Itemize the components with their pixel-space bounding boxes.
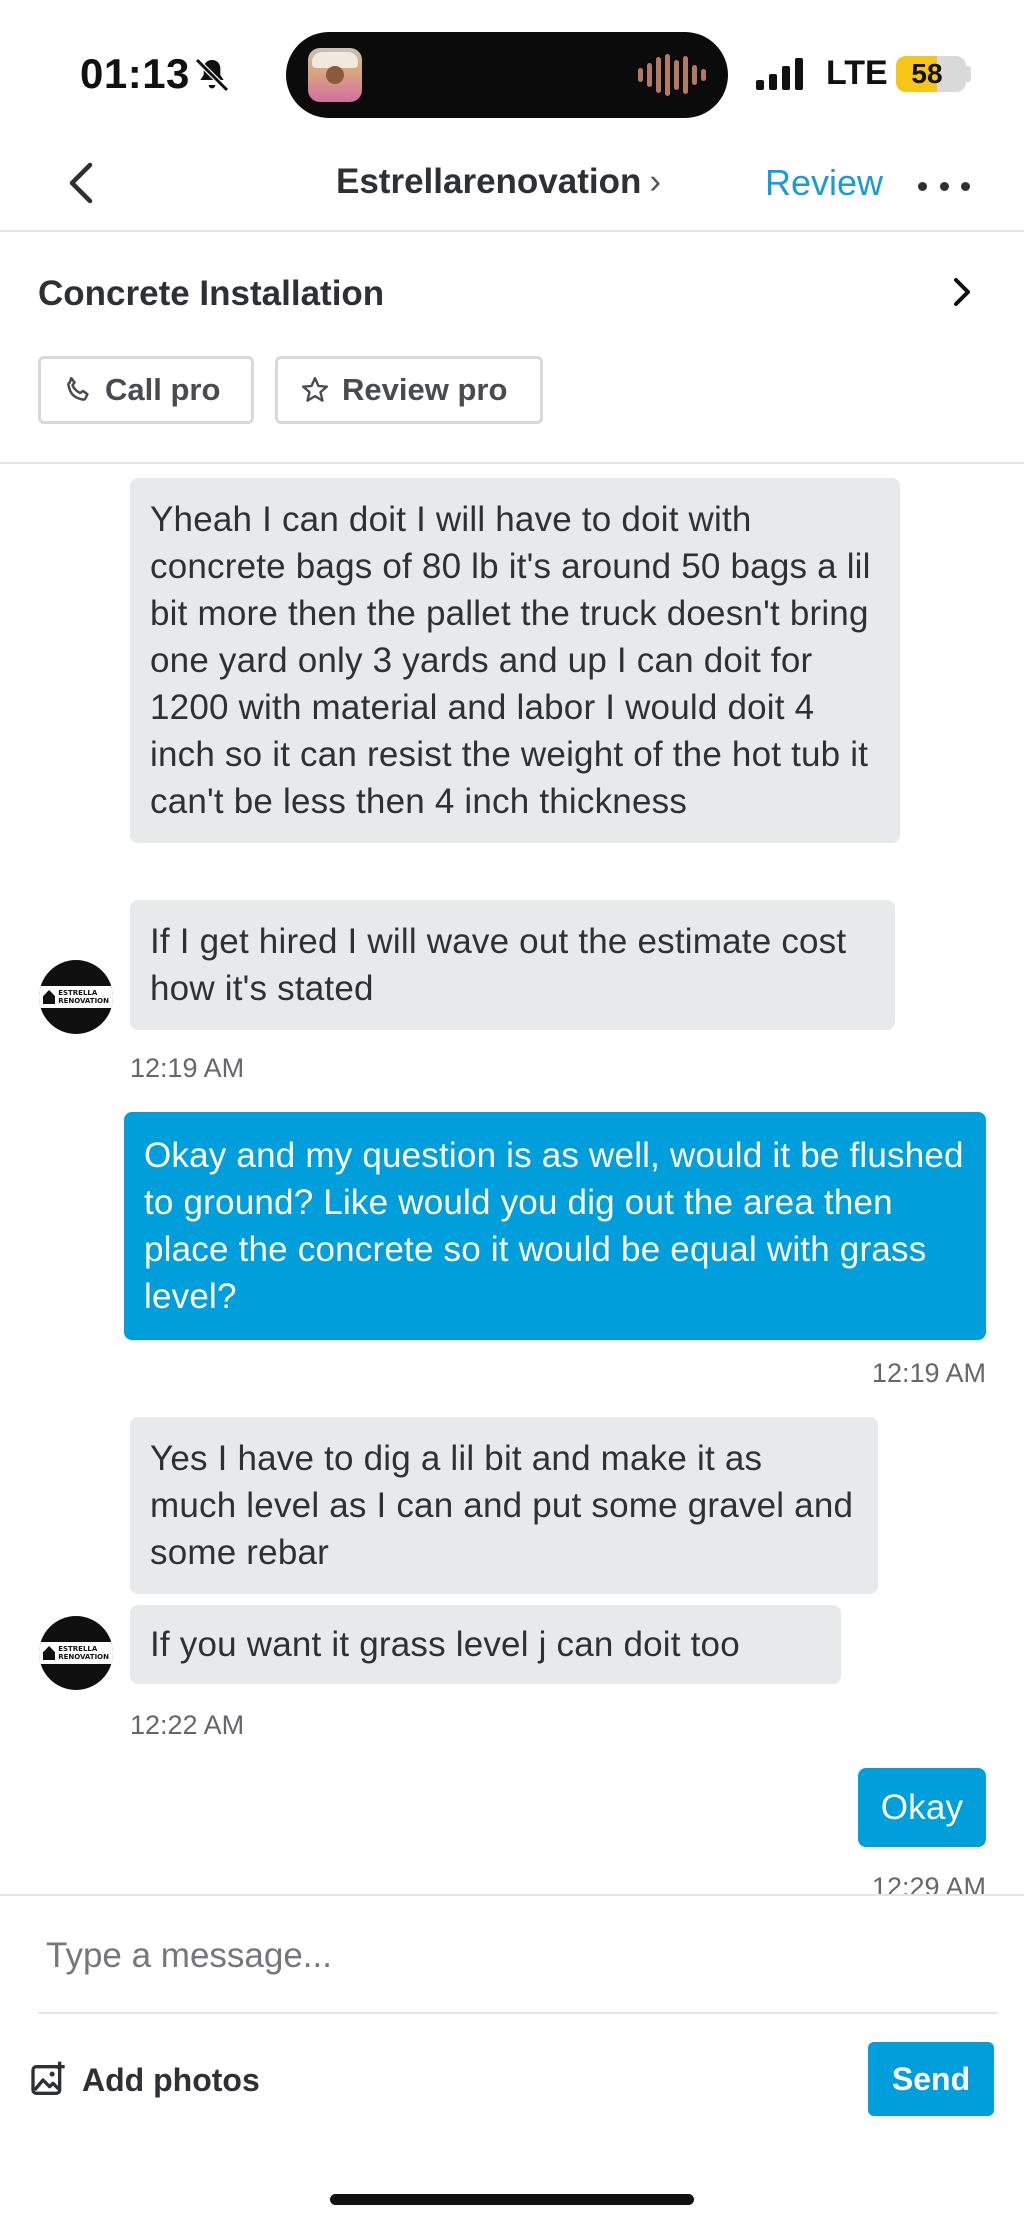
chevron-left-icon: [69, 162, 93, 204]
pro-logo: ESTRELLA RENOVATION: [39, 1642, 113, 1664]
now-playing-avatar: [308, 48, 362, 102]
title-chevron: ›: [649, 162, 662, 201]
phone-icon: [67, 376, 89, 401]
message-timestamp: 12:19 AM: [130, 1053, 245, 1083]
pro-avatar[interactable]: ESTRELLA RENOVATION: [39, 1616, 113, 1690]
more-dots-icon: [918, 181, 927, 191]
conversation-header: Estrellarenovation › Review: [0, 140, 1024, 232]
message-bubble[interactable]: If you want it grass level j can doit to…: [130, 1605, 841, 1684]
message-input[interactable]: [38, 1910, 998, 2002]
status-bar: 01:13 LTE 58: [0, 0, 1024, 140]
call-pro-label: Call pro: [105, 372, 221, 407]
message-timestamp: 12:19 AM: [871, 1358, 986, 1388]
pro-name-link[interactable]: Estrellarenovation ›: [336, 162, 661, 202]
logo-line-1: ESTRELLA: [58, 989, 98, 997]
composer-divider: [38, 2012, 998, 2014]
message-bubble[interactable]: Yes I have to dig a lil bit and make it …: [130, 1417, 878, 1594]
battery-icon: 58: [896, 56, 966, 92]
review-link[interactable]: Review: [765, 162, 883, 204]
image-add-icon: [31, 2061, 65, 2095]
call-pro-button[interactable]: Call pro: [38, 356, 254, 424]
project-title[interactable]: Concrete Installation: [38, 274, 384, 314]
pro-logo: ESTRELLA RENOVATION: [39, 986, 113, 1008]
network-type: LTE: [826, 54, 888, 92]
home-indicator[interactable]: [330, 2194, 694, 2205]
signal-bars-icon: [756, 58, 803, 90]
message-bubble[interactable]: Yheah I can doit I will have to doit wit…: [130, 478, 900, 843]
back-button[interactable]: [56, 158, 106, 208]
send-button[interactable]: Send: [868, 2042, 994, 2116]
house-icon: [43, 1646, 56, 1660]
battery-nub: [966, 66, 971, 82]
add-photos-button[interactable]: Add photos: [28, 2060, 260, 2100]
project-panel: Concrete Installation Call pro Review pr…: [0, 232, 1024, 464]
star-outline-icon: [301, 376, 329, 402]
message-timestamp: 12:22 AM: [130, 1710, 245, 1740]
review-pro-button[interactable]: Review pro: [275, 356, 543, 424]
message-thread[interactable]: Yheah I can doit I will have to doit wit…: [0, 466, 1024, 1894]
message-composer: Add photos Send: [0, 1894, 1024, 2225]
message-bubble[interactable]: Okay and my question is as well, would i…: [124, 1112, 986, 1340]
pro-name: Estrellarenovation: [336, 162, 642, 201]
add-photos-label: Add photos: [82, 2061, 260, 2098]
clock: 01:13: [80, 50, 190, 97]
more-options-button[interactable]: [918, 176, 970, 196]
message-bubble[interactable]: Okay: [858, 1768, 986, 1847]
logo-line-1: ESTRELLA: [58, 1645, 98, 1653]
dynamic-island[interactable]: [286, 32, 728, 118]
bell-slash-icon: [195, 58, 229, 92]
logo-line-2: RENOVATION: [58, 1653, 109, 1661]
message-timestamp: 12:29 AM: [871, 1872, 986, 1894]
pro-avatar[interactable]: ESTRELLA RENOVATION: [39, 960, 113, 1034]
message-bubble[interactable]: If I get hired I will wave out the estim…: [130, 900, 895, 1030]
review-pro-label: Review pro: [342, 372, 508, 407]
battery-percent: 58: [911, 58, 943, 89]
logo-line-2: RENOVATION: [58, 997, 109, 1005]
chevron-right-icon[interactable]: [942, 272, 982, 312]
house-icon: [43, 990, 56, 1004]
waveform-icon: [638, 54, 706, 96]
